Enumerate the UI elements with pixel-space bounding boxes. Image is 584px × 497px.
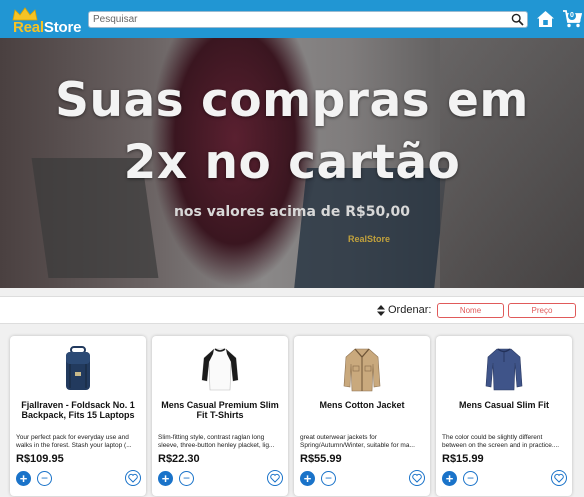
add-to-cart-button[interactable]: +: [158, 471, 173, 486]
product-price: R$55.99: [300, 453, 342, 465]
product-card[interactable]: Mens Cotton Jacket great outerwear jacke…: [294, 336, 430, 496]
jacket-icon: [343, 348, 381, 392]
product-description: great outerwear jackets for Spring/Autum…: [300, 434, 415, 449]
heart-icon: [270, 473, 280, 483]
product-title[interactable]: Mens Casual Slim Fit: [442, 400, 566, 410]
banner-subtitle: nos valores acima de R$50,00: [173, 204, 411, 220]
sort-icon: [377, 305, 385, 316]
banner-headline-line1: Suas compras em: [55, 73, 529, 128]
sort-label: Ordenar:: [388, 304, 432, 316]
heart-icon: [412, 473, 422, 483]
product-price: R$15.99: [442, 453, 484, 465]
add-to-cart-button[interactable]: +: [16, 471, 31, 486]
banner-headline-line2: 2x no cartão: [123, 135, 461, 190]
product-description: The color could be slightly different be…: [442, 434, 560, 449]
promo-banner[interactable]: Suas compras em 2x no cartão nos valores…: [0, 38, 584, 288]
home-icon[interactable]: [536, 10, 555, 28]
product-price: R$22.30: [158, 453, 200, 465]
product-card[interactable]: Fjallraven - Foldsack No. 1 Backpack, Fi…: [10, 336, 146, 496]
favorite-button[interactable]: [551, 470, 567, 486]
backpack-icon: [66, 346, 90, 390]
top-navbar: RealStore 0: [0, 0, 584, 38]
product-title[interactable]: Fjallraven - Foldsack No. 1 Backpack, Fi…: [16, 400, 140, 420]
longsleeve-shirt-icon: [485, 348, 523, 391]
search-box: [88, 11, 528, 28]
remove-from-cart-button[interactable]: −: [37, 471, 52, 486]
sort-by-name-button[interactable]: Nome: [437, 303, 504, 318]
remove-from-cart-button[interactable]: −: [463, 471, 478, 486]
favorite-button[interactable]: [409, 470, 425, 486]
remove-from-cart-button[interactable]: −: [321, 471, 336, 486]
sort-bar: Ordenar: Nome Preço: [0, 296, 584, 324]
remove-from-cart-button[interactable]: −: [179, 471, 194, 486]
cart-count-badge: 0: [568, 12, 576, 20]
product-price: R$109.95: [16, 453, 64, 465]
product-title[interactable]: Mens Cotton Jacket: [300, 400, 424, 410]
favorite-button[interactable]: [125, 470, 141, 486]
product-description: Your perfect pack for everyday use and w…: [16, 434, 132, 449]
heart-icon: [554, 473, 564, 483]
favorite-button[interactable]: [267, 470, 283, 486]
heart-icon: [128, 473, 138, 483]
product-card[interactable]: Mens Casual Premium Slim Fit T-Shirts Sl…: [152, 336, 288, 496]
add-to-cart-button[interactable]: +: [442, 471, 457, 486]
product-title[interactable]: Mens Casual Premium Slim Fit T-Shirts: [158, 400, 282, 420]
add-to-cart-button[interactable]: +: [300, 471, 315, 486]
search-input[interactable]: [91, 12, 508, 27]
logo-text: RealStore: [13, 19, 82, 36]
product-card[interactable]: Mens Casual Slim Fit The color could be …: [436, 336, 572, 496]
search-icon[interactable]: [511, 13, 524, 26]
sort-by-price-button[interactable]: Preço: [508, 303, 576, 318]
product-description: Slim-fitting style, contrast raglan long…: [158, 434, 275, 449]
realstore-logo[interactable]: RealStore: [10, 6, 82, 36]
raglan-tshirt-icon: [201, 348, 239, 391]
banner-logo: RealStore: [348, 234, 391, 244]
